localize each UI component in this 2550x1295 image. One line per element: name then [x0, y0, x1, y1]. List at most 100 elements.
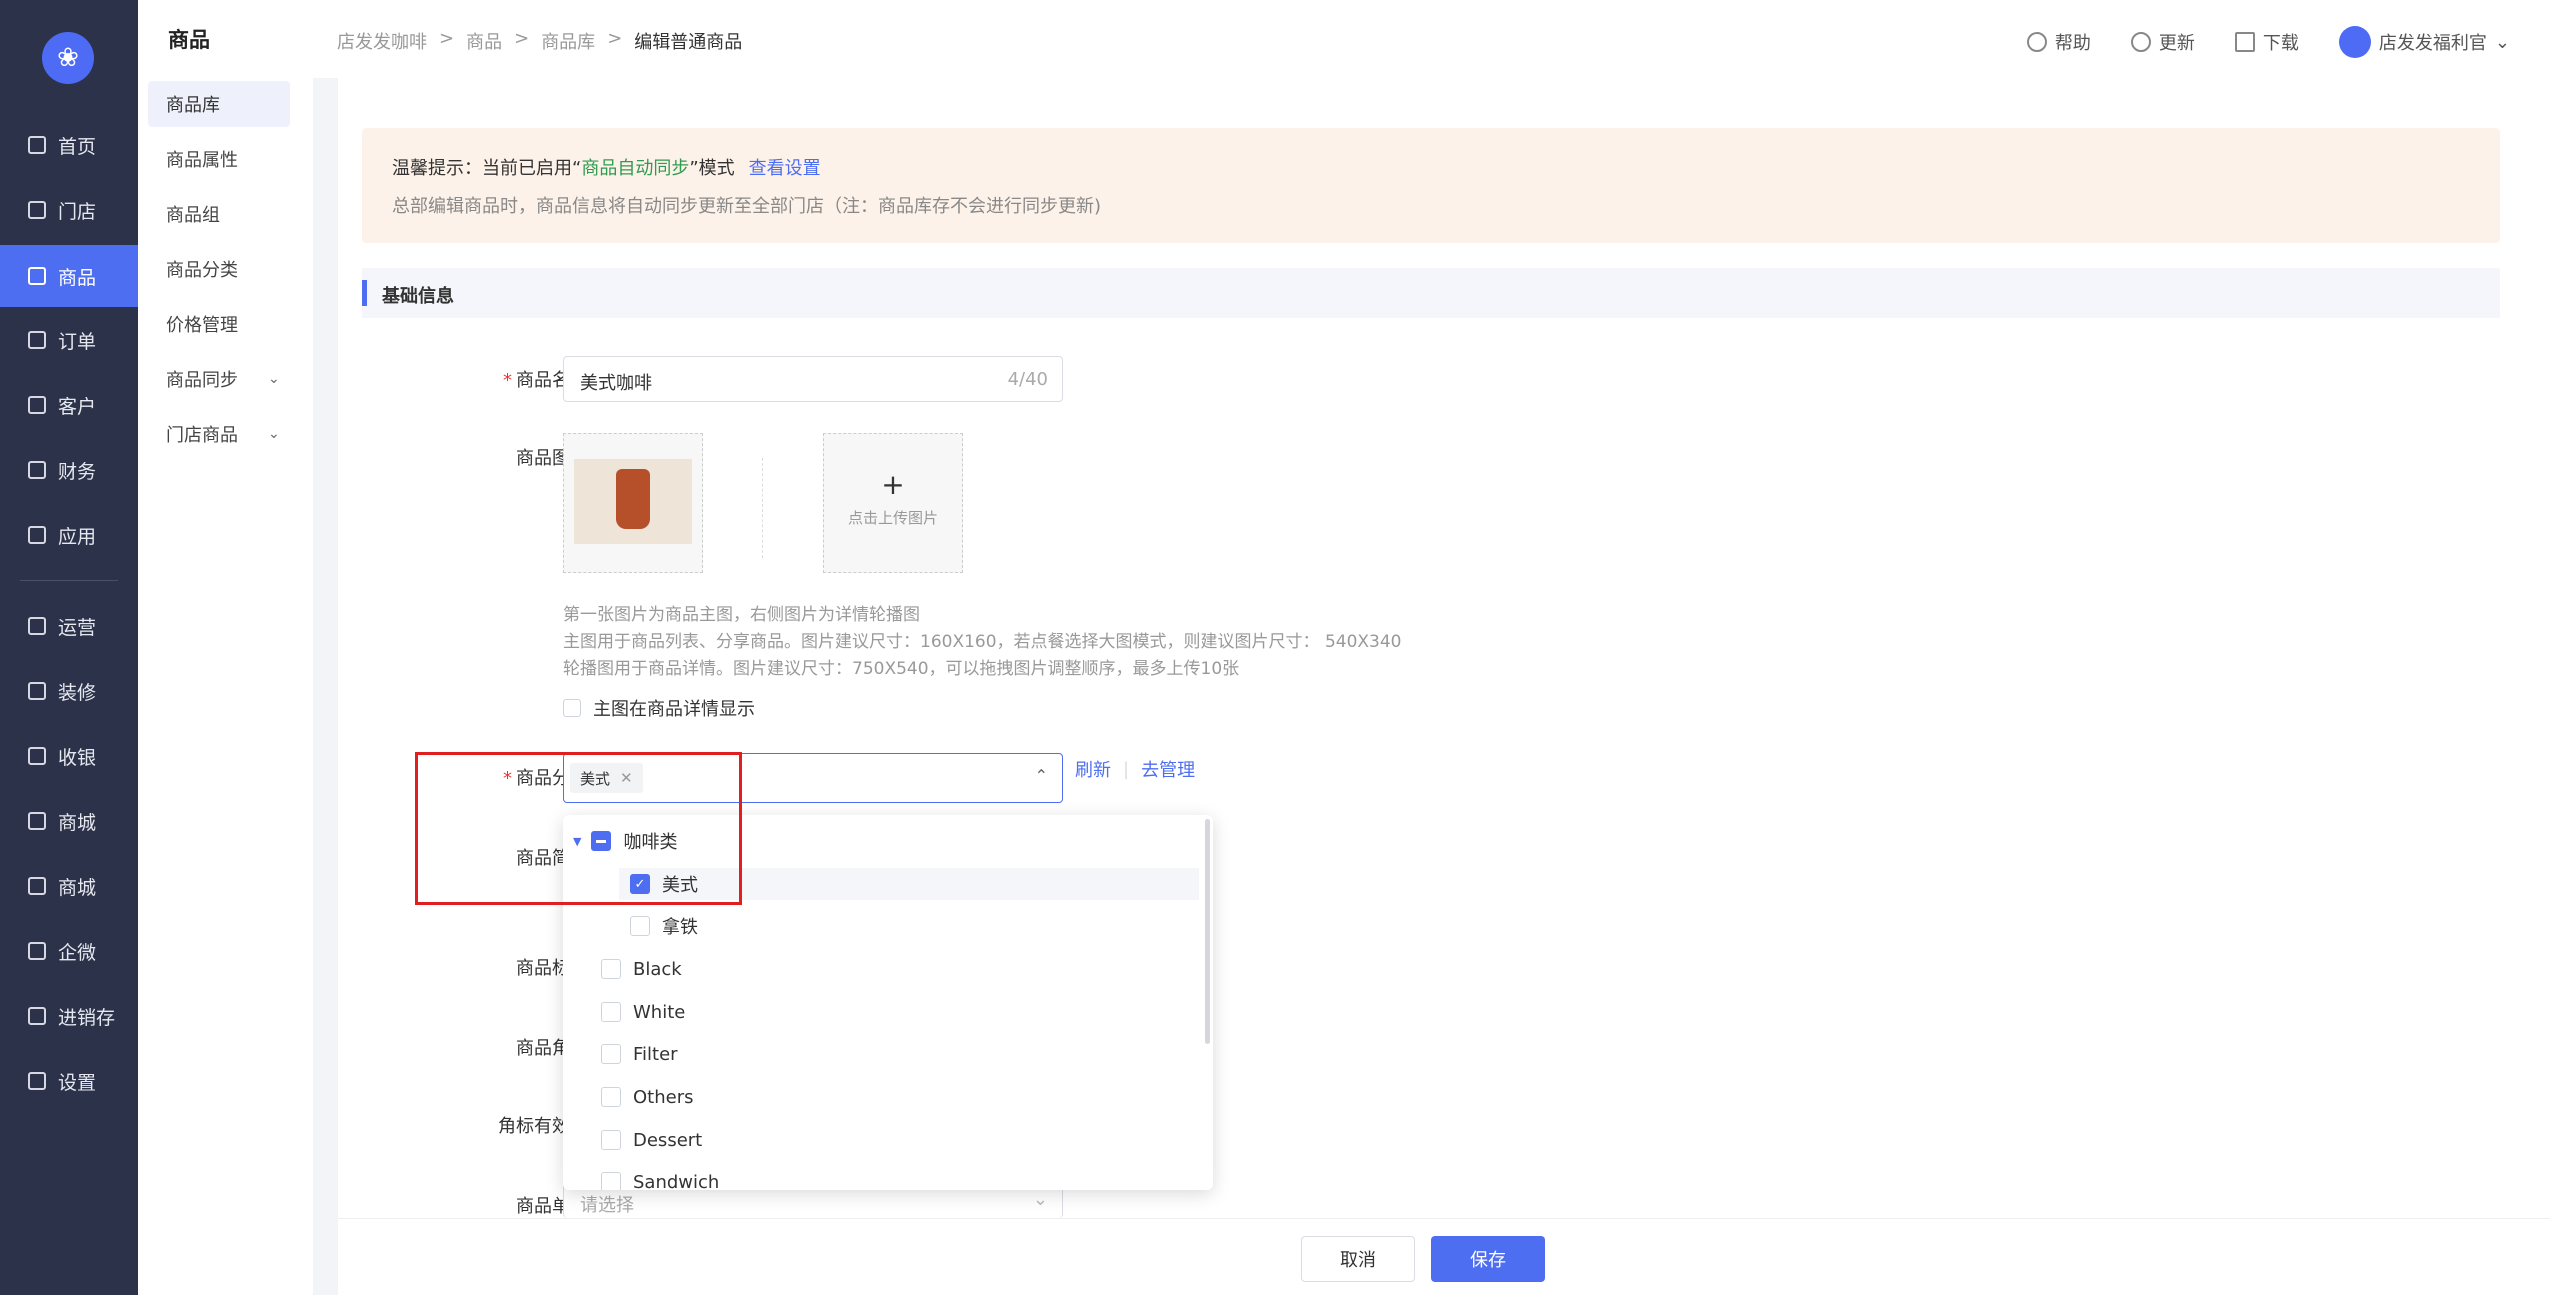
wallet-icon [28, 461, 46, 479]
submenu-item-library[interactable]: 商品库 [148, 81, 290, 127]
butterfly-logo-icon[interactable]: ❀ [42, 32, 94, 84]
section-accent [362, 280, 367, 306]
chevron-down-icon: ⌄ [1032, 1189, 1048, 1210]
nav-item-mall-2[interactable]: 商城 [0, 856, 138, 916]
show-main-image-checkbox[interactable]: 主图在商品详情显示 [563, 695, 755, 721]
category-option[interactable]: Sandwich [601, 1162, 719, 1190]
name-input[interactable]: 美式咖啡 4/40 [563, 356, 1063, 402]
cashier-icon [28, 747, 46, 765]
download-icon [2234, 32, 2255, 52]
gift-icon [28, 617, 46, 635]
checkbox[interactable] [601, 1002, 621, 1022]
manage-link[interactable]: 去管理 [1141, 756, 1195, 782]
nav-item-operation[interactable]: 运营 [0, 596, 138, 656]
breadcrumb-item[interactable]: 商品库 [541, 28, 595, 54]
cancel-button[interactable]: 取消 [1301, 1236, 1415, 1282]
image-hint-3: 轮播图用于商品详情。图片建议尺寸：750X540，可以拖拽图片调整顺序，最多上传… [563, 659, 1240, 679]
main-image-thumbnail[interactable] [563, 433, 703, 573]
annotation-highlight-box [415, 752, 742, 905]
category-option[interactable]: White [601, 992, 685, 1032]
breadcrumb-current: 编辑普通商品 [634, 32, 743, 53]
category-option[interactable]: Filter [601, 1034, 678, 1074]
checkbox[interactable] [601, 959, 621, 979]
top-header: 店发发咖啡 > 商品 > 商品库 > 编辑普通商品 帮助 更新 下载 店发发福利官 ⌄ [313, 0, 2550, 78]
nav-item-decoration[interactable]: 装修 [0, 661, 138, 721]
chevron-down-icon: ⌄ [268, 371, 280, 387]
unit-label: 商品单位 [516, 1196, 588, 1217]
image-label: 商品图片 [516, 448, 588, 469]
nav-item-cashier[interactable]: 收银 [0, 726, 138, 786]
checkbox[interactable] [630, 916, 650, 936]
badge-label: 商品角标 [516, 1038, 588, 1059]
secondary-menu: 商品 商品库 商品属性 商品组 商品分类 价格管理 商品同步 ⌄ 门店商品 ⌄ [138, 0, 313, 1295]
bag-icon [28, 267, 46, 285]
nav-item-home[interactable]: 首页 [0, 115, 138, 175]
checkbox[interactable] [601, 1044, 621, 1064]
mall-icon [28, 877, 46, 895]
checkbox[interactable] [601, 1130, 621, 1150]
mall-icon [28, 812, 46, 830]
nav-item-inventory[interactable]: 进销存 [0, 986, 138, 1046]
name-label: * 商品名称 [503, 370, 588, 391]
nav-item-customer[interactable]: 客户 [0, 375, 138, 435]
nav-item-order[interactable]: 订单 [0, 310, 138, 370]
sync-tip-banner: 温馨提示：当前已启用“商品自动同步”模式 查看设置 总部编辑商品时，商品信息将自动… [362, 128, 2500, 243]
image-divider [762, 458, 763, 558]
avatar [2338, 26, 2371, 58]
nav-item-settings[interactable]: 设置 [0, 1051, 138, 1111]
image-hint-1: 第一张图片为商品主图，右侧图片为详情轮播图 [563, 605, 920, 625]
nav-item-finance[interactable]: 财务 [0, 440, 138, 500]
badge-period-label: 角标有效期 [498, 1116, 588, 1137]
section-title: 基础信息 [382, 286, 454, 307]
nav-item-apps[interactable]: 应用 [0, 505, 138, 565]
user-menu[interactable]: 店发发福利官 ⌄ [2338, 26, 2510, 58]
footer-bar: 取消 保存 [338, 1218, 2550, 1295]
section-header: 基础信息 [362, 268, 2500, 318]
update-button[interactable]: 更新 [2130, 29, 2195, 55]
breadcrumb-item[interactable]: 店发发咖啡 [337, 28, 427, 54]
category-option[interactable]: Black [601, 949, 682, 989]
main-sidebar: ❀ 首页 门店 商品 订单 客户 财务 应用 运营 装修 收银 商城 商城 企微… [0, 0, 138, 1295]
nav-item-store[interactable]: 门店 [0, 180, 138, 240]
action-divider: | [1123, 758, 1130, 780]
coffee-image [574, 459, 692, 544]
breadcrumb-separator-icon: > [514, 28, 530, 49]
breadcrumb-separator-icon: > [607, 28, 623, 49]
nav-item-product[interactable]: 商品 [0, 245, 138, 307]
header-actions: 帮助 更新 下载 店发发福利官 ⌄ [2026, 26, 2510, 58]
plus-icon: + [881, 468, 905, 501]
help-button[interactable]: 帮助 [2026, 29, 2091, 55]
breadcrumb-item[interactable]: 商品 [466, 28, 502, 54]
nav-item-wecom[interactable]: 企微 [0, 921, 138, 981]
breadcrumb: 店发发咖啡 > 商品 > 商品库 > 编辑普通商品 [337, 28, 742, 54]
coffee-cup-shape [616, 469, 650, 529]
tip-line-2: 总部编辑商品时，商品信息将自动同步更新至全部门店（注：商品库存不会进行同步更新) [392, 196, 1102, 217]
submenu-title: 商品 [168, 28, 210, 52]
checkbox[interactable] [601, 1172, 621, 1190]
cloud-download-icon [2130, 32, 2151, 52]
breadcrumb-separator-icon: > [439, 28, 455, 49]
refresh-link[interactable]: 刷新 [1075, 756, 1111, 782]
save-button[interactable]: 保存 [1431, 1236, 1545, 1282]
inventory-icon [28, 1007, 46, 1025]
chevron-up-icon: ⌃ [1034, 766, 1048, 785]
upload-image-button[interactable]: + 点击上传图片 [823, 433, 963, 573]
checkbox[interactable] [601, 1087, 621, 1107]
view-settings-link[interactable]: 查看设置 [749, 158, 821, 179]
category-actions: 刷新 | 去管理 [1075, 756, 1195, 782]
layers-icon [28, 682, 46, 700]
chevron-down-icon: ⌄ [268, 426, 280, 442]
category-option[interactable]: Others [601, 1077, 694, 1117]
name-char-count: 4/40 [1007, 369, 1048, 390]
category-option-latte[interactable]: 拿铁 [630, 906, 698, 946]
nav-item-mall-1[interactable]: 商城 [0, 791, 138, 851]
nav-divider [20, 580, 118, 581]
category-option[interactable]: Dessert [601, 1120, 702, 1160]
dropdown-scrollbar[interactable] [1205, 819, 1210, 1044]
settings-icon [28, 1072, 46, 1090]
help-icon [2026, 32, 2047, 52]
image-hint-2: 主图用于商品列表、分享商品。图片建议尺寸：160X160，若点餐选择大图模式，则… [563, 632, 1402, 652]
download-button[interactable]: 下载 [2234, 29, 2299, 55]
checkbox-box [563, 699, 581, 717]
chevron-down-icon: ⌄ [2494, 31, 2510, 53]
